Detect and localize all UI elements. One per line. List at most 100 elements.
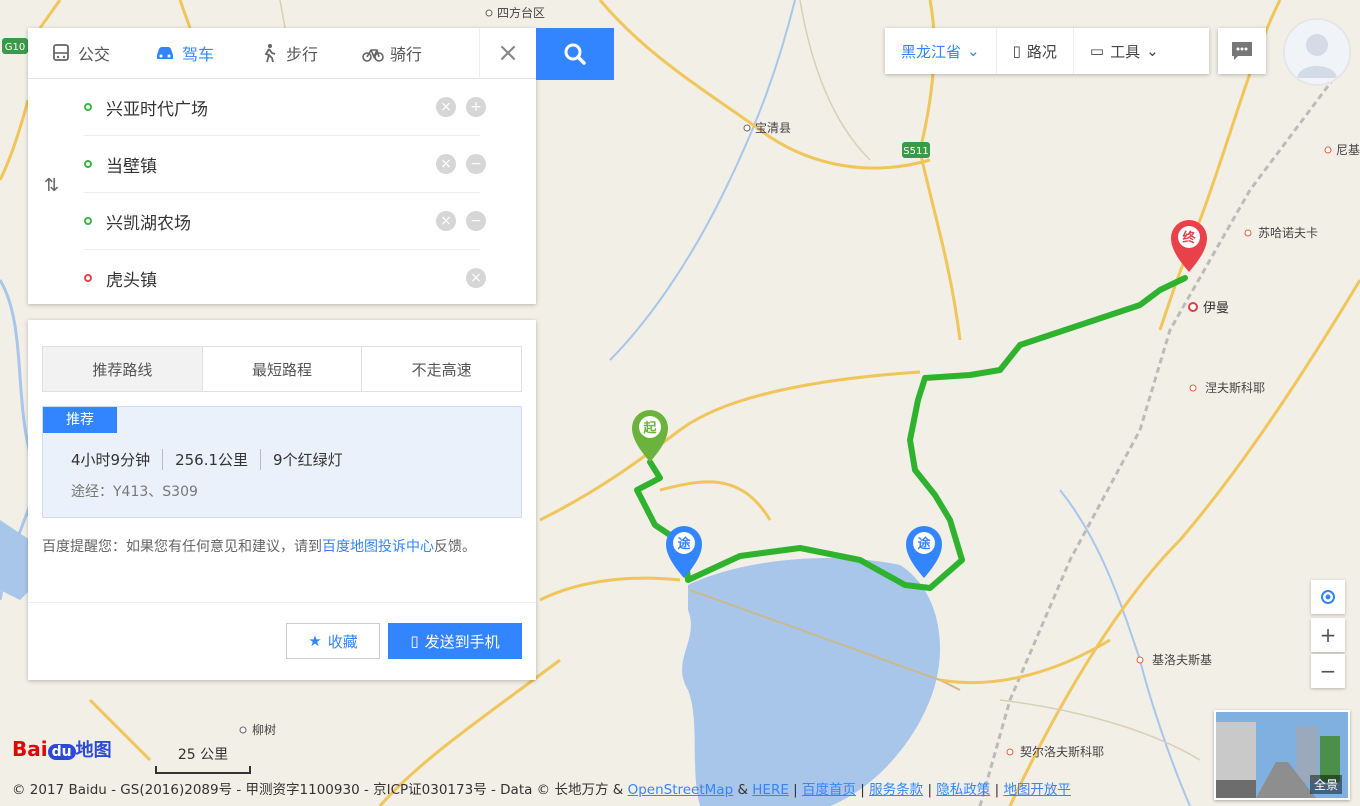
favorite-label: 收藏	[327, 632, 358, 651]
tab-drive[interactable]: 驾车	[132, 28, 236, 78]
highway-shield-g10-label: G10	[5, 42, 25, 53]
swap-stops-icon[interactable]: ⇅	[44, 175, 59, 196]
city-selector[interactable]: 黑龙江省 ⌄	[885, 28, 997, 74]
tip-prefix: 百度提醒您：如果您有任何意见和建议，请到	[42, 539, 322, 555]
tab-walk-label: 步行	[286, 45, 319, 64]
baidu-home-link[interactable]: 百度首页	[802, 782, 856, 798]
road	[38, 0, 62, 29]
stop-actions: × +	[436, 97, 486, 117]
tab-no-highway[interactable]: 不走高速	[362, 347, 522, 391]
route-result-panel: 推荐路线 最短路程 不走高速 推荐 4小时9分钟 256.1公里 9个红绿灯 途…	[28, 320, 536, 680]
bus-icon	[53, 44, 69, 61]
recommended-badge: 推荐	[43, 407, 117, 433]
clear-icon[interactable]: ×	[466, 268, 486, 288]
start-dot-icon	[84, 103, 92, 111]
close-icon[interactable]: ×	[479, 28, 536, 78]
tab-walk[interactable]: 步行	[236, 28, 340, 78]
svg-text:途: 途	[917, 536, 931, 552]
car-icon	[157, 47, 174, 59]
stop-actions: × −	[436, 211, 486, 231]
svg-text:途: 途	[677, 536, 691, 552]
remove-stop-icon[interactable]: −	[466, 211, 486, 231]
tab-recommended[interactable]: 推荐路线	[43, 347, 203, 391]
logo-bai: Bai	[12, 737, 48, 761]
clear-icon[interactable]: ×	[436, 211, 456, 231]
tools-label: 工具	[1110, 42, 1141, 61]
route-stats: 4小时9分钟 256.1公里 9个红绿灯	[71, 449, 355, 470]
stop-via-2[interactable]: 兴凯湖农场 × −	[84, 193, 486, 250]
route-duration: 4小时9分钟	[71, 449, 164, 470]
locate-icon	[1321, 590, 1335, 604]
here-link[interactable]: HERE	[752, 782, 789, 798]
tab-bike-label: 骑行	[390, 45, 423, 64]
stop-via-2-label: 兴凯湖农场	[106, 213, 191, 234]
panorama-label: 全景	[1309, 775, 1342, 794]
place-label-baoqing[interactable]: 宝清县	[755, 121, 791, 135]
stop-end[interactable]: 虎头镇 ×	[84, 250, 486, 306]
end-marker[interactable]: 终	[1171, 220, 1207, 272]
phone-icon: ▯	[410, 632, 419, 650]
add-stop-icon[interactable]: +	[466, 97, 486, 117]
privacy-link[interactable]: 隐私政策	[936, 782, 990, 798]
traffic-button[interactable]: ▯ 路况	[997, 28, 1074, 74]
scale-bar: 25 公里	[155, 744, 251, 774]
logo-map: 地图	[75, 740, 112, 761]
place-label-bottom-town[interactable]: 契尔洛夫斯科耶	[1020, 744, 1104, 759]
open-platform-link[interactable]: 地图开放平	[1003, 782, 1071, 798]
place-dot	[485, 9, 493, 17]
send-to-phone-button[interactable]: ▯ 发送到手机	[388, 623, 522, 659]
start-marker[interactable]: 起	[632, 410, 668, 462]
tab-bus-label: 公交	[78, 45, 111, 64]
complaint-center-link[interactable]: 百度地图投诉中心	[322, 539, 434, 555]
place-label-liushu[interactable]: 柳树	[252, 722, 276, 737]
terms-link[interactable]: 服务条款	[869, 782, 923, 798]
tab-shortest[interactable]: 最短路程	[202, 347, 363, 391]
place-label-jiluo[interactable]: 基洛夫斯基	[1152, 652, 1212, 667]
copyright-amp: &	[733, 782, 753, 798]
tab-bus[interactable]: 公交	[28, 28, 132, 78]
recommended-route-card[interactable]: 推荐 4小时9分钟 256.1公里 9个红绿灯 途经：Y413、S309	[42, 406, 522, 518]
bike-icon	[362, 49, 384, 62]
place-label-nefsk[interactable]: 涅夫斯科耶	[1205, 381, 1265, 395]
tab-bike[interactable]: 骑行	[340, 28, 444, 78]
stop-via-1-label: 当壁镇	[106, 156, 157, 177]
place-label-sifangtai[interactable]: 四方台区	[497, 5, 545, 20]
avatar[interactable]	[1283, 18, 1351, 86]
panorama-thumbnail[interactable]: 全景	[1214, 710, 1350, 800]
clear-icon[interactable]: ×	[436, 154, 456, 174]
stop-start-label: 兴亚时代广场	[106, 99, 208, 120]
road	[539, 576, 681, 602]
remove-stop-icon[interactable]: −	[466, 154, 486, 174]
place-dot	[1006, 748, 1014, 756]
place-label-suhe[interactable]: 苏哈诺夫卡	[1258, 226, 1318, 240]
user-icon	[1285, 20, 1349, 84]
traffic-label: 路况	[1026, 42, 1057, 61]
road	[598, 0, 931, 170]
tip-suffix: 反馈。	[434, 539, 476, 555]
via-marker-1[interactable]: 途	[666, 526, 702, 578]
locate-button[interactable]	[1311, 580, 1345, 614]
zoom-in-button[interactable]: +	[1311, 618, 1345, 652]
place-label-yiman[interactable]: 伊曼	[1203, 301, 1229, 316]
route-stops: ⇅ 兴亚时代广场 × + 当壁镇 × − 兴凯湖农场 × − 虎头镇 ×	[28, 79, 536, 306]
favorite-button[interactable]: ★ 收藏	[286, 623, 380, 659]
clear-icon[interactable]: ×	[436, 97, 456, 117]
copyright-bar: © 2017 Baidu - GS(2016)2089号 - 甲测资字11009…	[12, 782, 1071, 798]
route-traffic-lights: 9个红绿灯	[273, 451, 343, 469]
road	[178, 0, 192, 29]
via-marker-2[interactable]: 途	[906, 526, 942, 578]
tools-button[interactable]: ▭ 工具 ⌄	[1074, 28, 1175, 74]
road	[659, 480, 772, 521]
walk-icon	[264, 44, 276, 63]
stop-start[interactable]: 兴亚时代广场 × +	[84, 79, 486, 136]
star-icon: ★	[308, 632, 322, 650]
message-button[interactable]	[1218, 28, 1266, 74]
osm-link[interactable]: OpenStreetMap	[628, 782, 734, 798]
stop-via-1[interactable]: 当壁镇 × −	[84, 136, 486, 193]
place-label-niji[interactable]: 尼基	[1336, 143, 1360, 157]
place-dot	[239, 726, 247, 734]
river	[609, 0, 796, 361]
city-label: 黑龙江省	[901, 42, 962, 61]
zoom-out-button[interactable]: −	[1311, 654, 1345, 688]
search-button[interactable]	[536, 28, 614, 80]
